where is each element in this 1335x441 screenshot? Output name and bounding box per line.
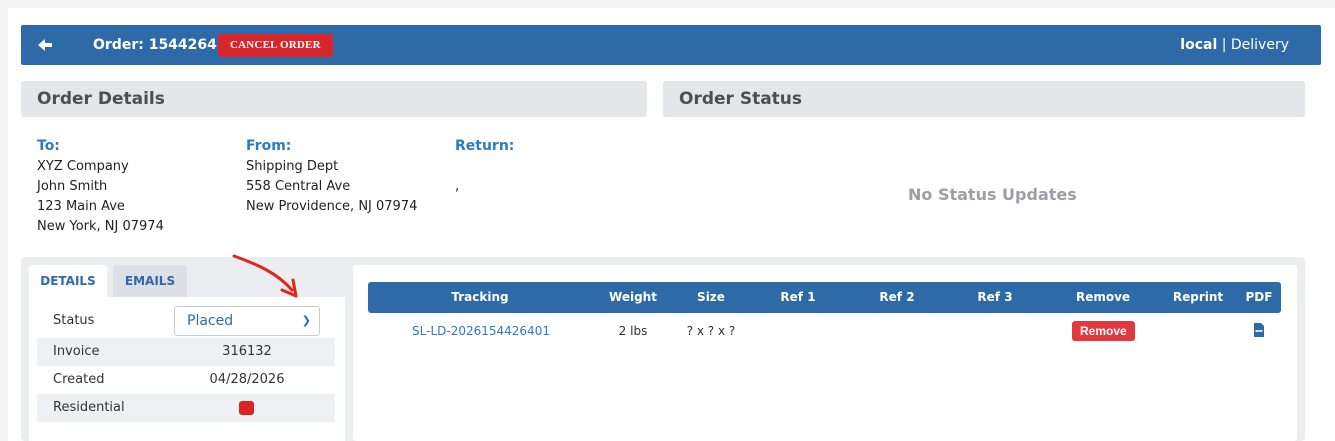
created-value: 04/28/2026 xyxy=(209,372,285,387)
to-line: John Smith xyxy=(37,179,108,194)
from-line: 558 Central Ave xyxy=(246,179,351,194)
invoice-row: Invoice 316132 xyxy=(37,338,335,366)
chevron-down-icon: ❯ xyxy=(301,314,311,327)
residential-label: Residential xyxy=(53,400,125,415)
col-ref1: Ref 1 xyxy=(780,290,816,304)
location-service: local | Delivery xyxy=(1180,36,1289,54)
to-line: New York, NJ 07974 xyxy=(37,219,164,234)
col-weight: Weight xyxy=(609,290,657,304)
from-address: From: Shipping Dept 558 Central Ave New … xyxy=(246,137,417,217)
arrow-left-icon[interactable] xyxy=(35,35,55,55)
from-label: From: xyxy=(246,138,292,154)
col-reprint: Reprint xyxy=(1172,290,1224,304)
return-line xyxy=(455,157,514,177)
to-label: To: xyxy=(37,138,60,154)
col-ref3: Ref 3 xyxy=(977,290,1013,304)
col-ref2: Ref 2 xyxy=(879,290,915,304)
status-value: Placed xyxy=(187,313,234,329)
created-row: Created 04/28/2026 xyxy=(37,366,335,394)
size-cell: ? x ? x ? xyxy=(686,324,736,338)
service-label: Delivery xyxy=(1230,37,1289,53)
status-label: Status xyxy=(53,313,95,328)
tab-details[interactable]: DETAILS xyxy=(29,265,107,298)
invoice-label: Invoice xyxy=(53,344,100,359)
pdf-file-icon[interactable] xyxy=(1254,323,1264,337)
col-pdf: PDF xyxy=(1245,290,1273,304)
separator: | xyxy=(1217,37,1231,53)
annotation-arrow-icon xyxy=(232,254,298,298)
from-line: New Providence, NJ 07974 xyxy=(246,199,418,214)
invoice-value: 316132 xyxy=(222,344,272,359)
tracking-link[interactable]: SL-LD-2026154426401 xyxy=(411,323,551,339)
order-title: Order: 1544264 xyxy=(93,37,217,53)
order-details-heading: Order Details xyxy=(21,81,647,117)
order-header-bar: Order: 1544264 CANCEL ORDER local | Deli… xyxy=(21,25,1321,65)
details-panel: Status Placed ❯ Invoice 316132 Created 0… xyxy=(29,297,345,441)
col-remove: Remove xyxy=(1075,290,1131,304)
created-label: Created xyxy=(53,372,105,387)
to-line: XYZ Company xyxy=(37,159,129,174)
no-status-message: No Status Updates xyxy=(908,185,1077,204)
to-address: To: XYZ Company John Smith 123 Main Ave … xyxy=(37,137,164,237)
order-status-heading: Order Status xyxy=(663,81,1305,117)
return-address: Return: , xyxy=(455,137,514,197)
tab-emails[interactable]: EMAILS xyxy=(113,265,187,298)
col-tracking: Tracking xyxy=(451,290,509,304)
return-line: , xyxy=(455,179,460,194)
return-label: Return: xyxy=(455,138,515,154)
residential-row: Residential xyxy=(37,394,335,422)
packages-table-header: Tracking Weight Size Ref 1 Ref 2 Ref 3 R… xyxy=(368,282,1281,313)
status-select[interactable]: Placed ❯ xyxy=(174,306,320,336)
from-line: Shipping Dept xyxy=(246,159,339,174)
cancel-order-button[interactable]: CANCEL ORDER xyxy=(218,34,333,57)
col-size: Size xyxy=(697,290,725,304)
to-line: 123 Main Ave xyxy=(37,199,125,214)
location-label: local xyxy=(1180,37,1218,53)
remove-package-button[interactable]: Remove xyxy=(1072,321,1135,341)
packages-panel: Tracking Weight Size Ref 1 Ref 2 Ref 3 R… xyxy=(353,265,1297,441)
residential-checkbox[interactable] xyxy=(239,401,254,415)
weight-cell: 2 lbs xyxy=(618,324,648,338)
